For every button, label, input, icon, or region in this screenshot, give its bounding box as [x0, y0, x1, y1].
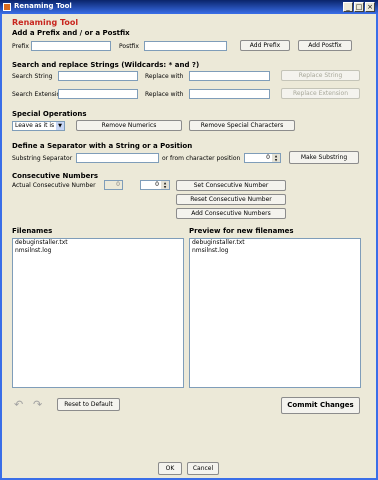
redo-icon[interactable]: ↷ — [33, 398, 42, 411]
preview-list[interactable]: debuginstaller.txt nmsilnst.log — [189, 238, 361, 388]
replace-with-input[interactable] — [189, 71, 270, 81]
search-string-label: Search String — [12, 73, 53, 80]
spin-down-icon[interactable]: ▼ — [272, 158, 280, 162]
minimize-button[interactable]: _ — [343, 2, 353, 12]
filenames-list[interactable]: debuginstaller.txt nmsilnst.log — [12, 238, 184, 388]
replace-string-button[interactable]: Replace String — [281, 70, 360, 81]
preview-heading: Preview for new filenames — [189, 227, 294, 235]
search-extension-label: Search Extension — [12, 91, 64, 98]
add-consecutive-numbers-button[interactable]: Add Consecutive Numbers — [176, 208, 286, 219]
replace-with-extension-label: Replace with — [145, 91, 184, 98]
replace-extension-button[interactable]: Replace Extension — [281, 88, 360, 99]
chevron-down-icon[interactable]: ▼ — [56, 122, 64, 130]
app-title: Renaming Tool — [12, 18, 79, 27]
undo-icon[interactable]: ↶ — [14, 398, 23, 411]
reset-consecutive-number-button[interactable]: Reset Consecutive Number — [176, 194, 286, 205]
list-item[interactable]: debuginstaller.txt — [190, 239, 360, 247]
position-spinner[interactable]: 0 ▲ ▼ — [244, 153, 281, 163]
spin-down-icon[interactable]: ▼ — [161, 185, 169, 189]
app-icon — [3, 3, 11, 11]
separator-heading: Define a Separator with a String or a Po… — [12, 142, 193, 150]
special-operations-heading: Special Operations — [12, 110, 87, 118]
remove-numerics-button[interactable]: Remove Numerics — [76, 120, 182, 131]
list-item[interactable]: nmsilnst.log — [13, 247, 183, 255]
search-heading: Search and replace Strings (Wildcards: *… — [12, 61, 200, 69]
postfix-label: Postfix — [119, 43, 139, 50]
remove-special-characters-button[interactable]: Remove Special Characters — [189, 120, 295, 131]
list-item[interactable]: debuginstaller.txt — [13, 239, 183, 247]
maximize-button[interactable]: □ — [354, 2, 364, 12]
prefix-input[interactable] — [31, 41, 111, 51]
position-spinner-value: 0 — [266, 154, 270, 161]
consecutive-spinner-value: 0 — [155, 181, 159, 188]
make-substring-button[interactable]: Make Substring — [289, 151, 359, 164]
replace-with-label: Replace with — [145, 73, 184, 80]
consecutive-numbers-heading: Consecutive Numbers — [12, 172, 98, 180]
replace-with-extension-input[interactable] — [189, 89, 270, 99]
actual-consecutive-field: 0 — [104, 180, 123, 190]
reset-to-default-button[interactable]: Reset to Default — [57, 398, 120, 411]
case-select-value: Leave as it is — [15, 122, 55, 129]
character-position-label: or from character position — [162, 155, 241, 162]
consecutive-spinner[interactable]: 0 ▲ ▼ — [140, 180, 170, 190]
substring-separator-label: Substring Separator — [12, 155, 73, 162]
case-select[interactable]: Leave as it is ▼ — [12, 121, 65, 131]
window-title: Renaming Tool — [14, 2, 72, 10]
list-item[interactable]: nmsilnst.log — [190, 247, 360, 255]
close-button[interactable]: × — [365, 2, 375, 12]
window-title-bar[interactable]: Renaming Tool _ □ × — [0, 0, 378, 14]
set-consecutive-number-button[interactable]: Set Consecutive Number — [176, 180, 286, 191]
commit-changes-button[interactable]: Commit Changes — [281, 397, 360, 414]
filenames-heading: Filenames — [12, 227, 53, 235]
ok-button[interactable]: OK — [158, 462, 182, 475]
prefix-heading: Add a Prefix and / or a Postfix — [12, 29, 130, 37]
add-prefix-button[interactable]: Add Prefix — [240, 40, 290, 51]
cancel-button[interactable]: Cancel — [187, 462, 219, 475]
prefix-label: Prefix — [12, 43, 29, 50]
add-postfix-button[interactable]: Add Postfix — [298, 40, 352, 51]
search-extension-input[interactable] — [58, 89, 138, 99]
search-string-input[interactable] — [58, 71, 138, 81]
postfix-input[interactable] — [144, 41, 227, 51]
actual-consecutive-label: Actual Consecutive Number — [12, 182, 96, 189]
substring-separator-input[interactable] — [76, 153, 159, 163]
